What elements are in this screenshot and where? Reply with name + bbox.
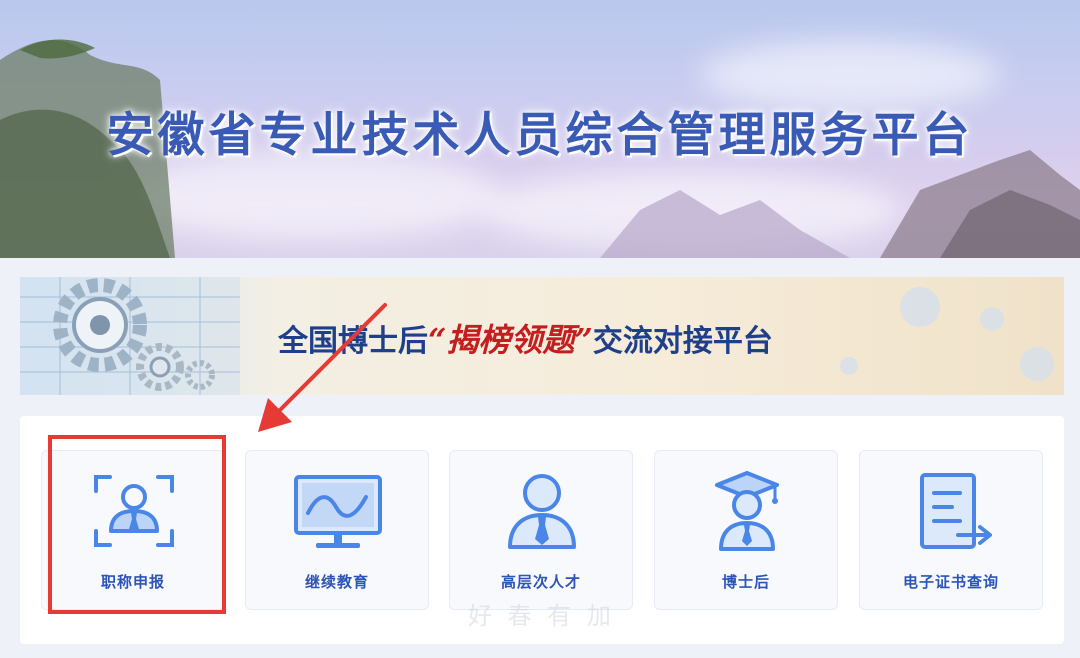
card-continuing-education[interactable]: 继续教育 xyxy=(245,450,429,610)
bubble-decoration xyxy=(1020,347,1054,381)
banner-title: 全国博士后“揭榜领题”交流对接平台 xyxy=(278,315,773,361)
header-banner: 安徽省专业技术人员综合管理服务平台 xyxy=(0,0,1080,258)
banner-prefix: 全国博士后 xyxy=(278,324,428,359)
highlight-box xyxy=(48,435,226,614)
banner-quote-close: ” xyxy=(574,321,593,359)
banner-highlight: 揭榜领题 xyxy=(446,321,575,359)
card-label: 电子证书查询 xyxy=(902,573,999,591)
monitor-wave-icon xyxy=(294,475,382,548)
bubble-decoration xyxy=(840,357,858,375)
banner-suffix: 交流对接平台 xyxy=(592,324,773,359)
document-arrow-icon xyxy=(920,473,992,549)
person-tie-icon xyxy=(508,474,576,549)
gear-icon xyxy=(20,277,240,395)
card-e-certificate-query[interactable]: 电子证书查询 xyxy=(859,450,1043,610)
card-label: 高层次人才 xyxy=(500,573,581,591)
card-postdoc[interactable]: 博士后 xyxy=(654,450,838,610)
graduate-cap-icon xyxy=(715,471,779,551)
card-label: 博士后 xyxy=(721,573,770,591)
page-title: 安徽省专业技术人员综合管理服务平台 xyxy=(106,108,974,163)
banner-quote-open: “ xyxy=(428,321,447,359)
bubble-decoration xyxy=(900,287,940,327)
card-label: 继续教育 xyxy=(304,573,369,591)
card-high-level-talent[interactable]: 高层次人才 xyxy=(449,450,633,610)
watermark: 好 春 有 加 xyxy=(468,602,615,630)
bubble-decoration xyxy=(980,307,1004,331)
postdoc-banner[interactable]: 全国博士后“揭榜领题”交流对接平台 xyxy=(20,277,1064,395)
